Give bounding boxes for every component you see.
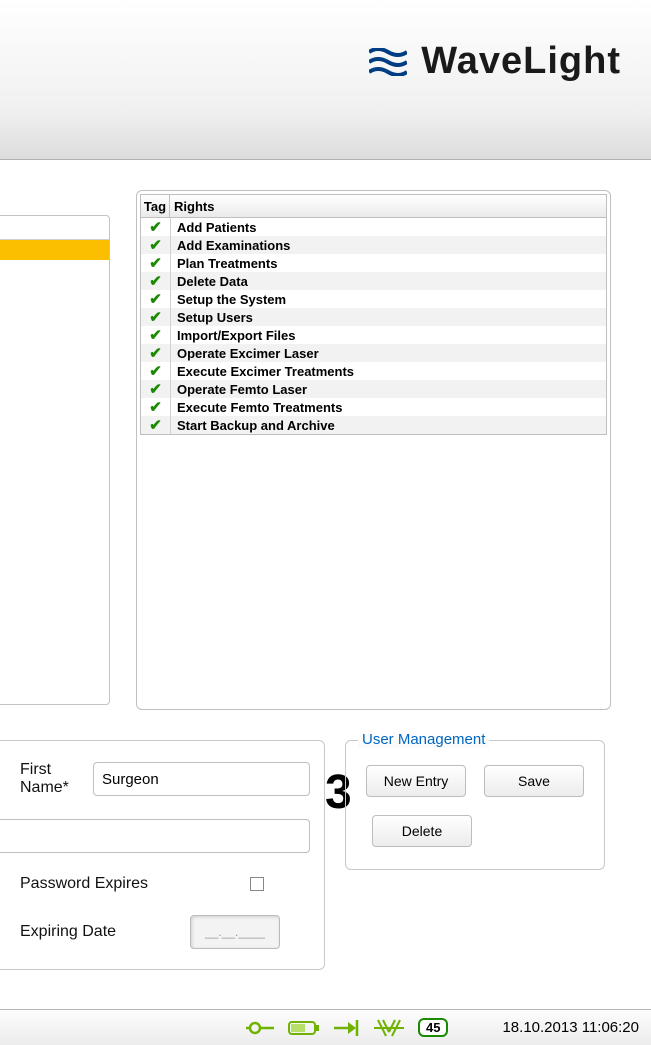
logo-text: WaveLight bbox=[421, 40, 621, 83]
new-entry-button[interactable]: New Entry bbox=[366, 765, 466, 797]
check-icon: ✔ bbox=[141, 308, 171, 326]
expiring-date-label: Expiring Date bbox=[20, 923, 130, 941]
password-expires-label: Password Expires bbox=[20, 875, 180, 893]
delete-button[interactable]: Delete bbox=[372, 815, 472, 847]
rights-label: Plan Treatments bbox=[171, 254, 606, 272]
check-icon: ✔ bbox=[141, 326, 171, 344]
rights-panel: Tag Rights ✔Add Patients✔Add Examination… bbox=[136, 190, 611, 710]
rights-label: Add Examinations bbox=[171, 236, 606, 254]
rights-label: Start Backup and Archive bbox=[171, 416, 606, 434]
first-name-label: First Name* bbox=[20, 761, 93, 797]
table-row[interactable]: ✔Plan Treatments bbox=[141, 254, 606, 272]
expiring-date-input[interactable]: __.__.____ bbox=[190, 915, 280, 949]
users-list-panel bbox=[0, 215, 110, 705]
table-row[interactable]: ✔Operate Femto Laser bbox=[141, 380, 606, 398]
rights-table-body: ✔Add Patients✔Add Examinations✔Plan Trea… bbox=[140, 218, 607, 435]
users-list-selected-row[interactable] bbox=[0, 240, 109, 260]
rights-label: Delete Data bbox=[171, 272, 606, 290]
col-header-tag[interactable]: Tag bbox=[140, 194, 170, 218]
check-icon: ✔ bbox=[141, 272, 171, 290]
rights-label: Setup Users bbox=[171, 308, 606, 326]
logo: WaveLight bbox=[369, 40, 621, 83]
rights-label: Operate Femto Laser bbox=[171, 380, 606, 398]
rights-table-header: Tag Rights bbox=[140, 194, 607, 218]
extra-input[interactable] bbox=[0, 819, 310, 853]
rights-label: Setup the System bbox=[171, 290, 606, 308]
status-badge: 45 bbox=[418, 1018, 448, 1037]
status-bar: 45 18.10.2013 11:06:20 bbox=[0, 1009, 651, 1045]
user-form-panel: First Name* Password Expires Expiring Da… bbox=[0, 740, 325, 970]
table-row[interactable]: ✔Execute Femto Treatments bbox=[141, 398, 606, 416]
check-icon: ✔ bbox=[141, 218, 171, 236]
rights-label: Import/Export Files bbox=[171, 326, 606, 344]
power-icon bbox=[246, 1019, 274, 1037]
rights-label: Execute Excimer Treatments bbox=[171, 362, 606, 380]
table-row[interactable]: ✔Delete Data bbox=[141, 272, 606, 290]
battery-icon bbox=[288, 1020, 320, 1036]
check-icon: ✔ bbox=[141, 416, 171, 434]
col-header-rights[interactable]: Rights bbox=[170, 194, 607, 218]
table-row[interactable]: ✔Add Patients bbox=[141, 218, 606, 236]
table-row[interactable]: ✔Add Examinations bbox=[141, 236, 606, 254]
signal-icon bbox=[374, 1018, 404, 1038]
check-icon: ✔ bbox=[141, 380, 171, 398]
laser-ready-icon bbox=[334, 1019, 360, 1037]
rights-label: Operate Excimer Laser bbox=[171, 344, 606, 362]
table-row[interactable]: ✔Execute Excimer Treatments bbox=[141, 362, 606, 380]
header: WaveLight bbox=[0, 0, 651, 160]
status-datetime: 18.10.2013 11:06:20 bbox=[502, 1019, 639, 1036]
check-icon: ✔ bbox=[141, 290, 171, 308]
check-icon: ✔ bbox=[141, 236, 171, 254]
check-icon: ✔ bbox=[141, 398, 171, 416]
password-expires-checkbox[interactable] bbox=[250, 877, 264, 891]
table-row[interactable]: ✔Operate Excimer Laser bbox=[141, 344, 606, 362]
check-icon: ✔ bbox=[141, 362, 171, 380]
table-row[interactable]: ✔Setup Users bbox=[141, 308, 606, 326]
table-row[interactable]: ✔Import/Export Files bbox=[141, 326, 606, 344]
users-list-header bbox=[0, 216, 109, 240]
table-row[interactable]: ✔Start Backup and Archive bbox=[141, 416, 606, 434]
rights-label: Add Patients bbox=[171, 218, 606, 236]
table-row[interactable]: ✔Setup the System bbox=[141, 290, 606, 308]
user-management-title: User Management bbox=[358, 731, 489, 748]
user-management-group: User Management New Entry Save Delete bbox=[345, 740, 605, 870]
check-icon: ✔ bbox=[141, 254, 171, 272]
wavelight-logo-icon bbox=[369, 48, 407, 76]
rights-label: Execute Femto Treatments bbox=[171, 398, 606, 416]
save-button[interactable]: Save bbox=[484, 765, 584, 797]
check-icon: ✔ bbox=[141, 344, 171, 362]
first-name-input[interactable] bbox=[93, 762, 310, 796]
